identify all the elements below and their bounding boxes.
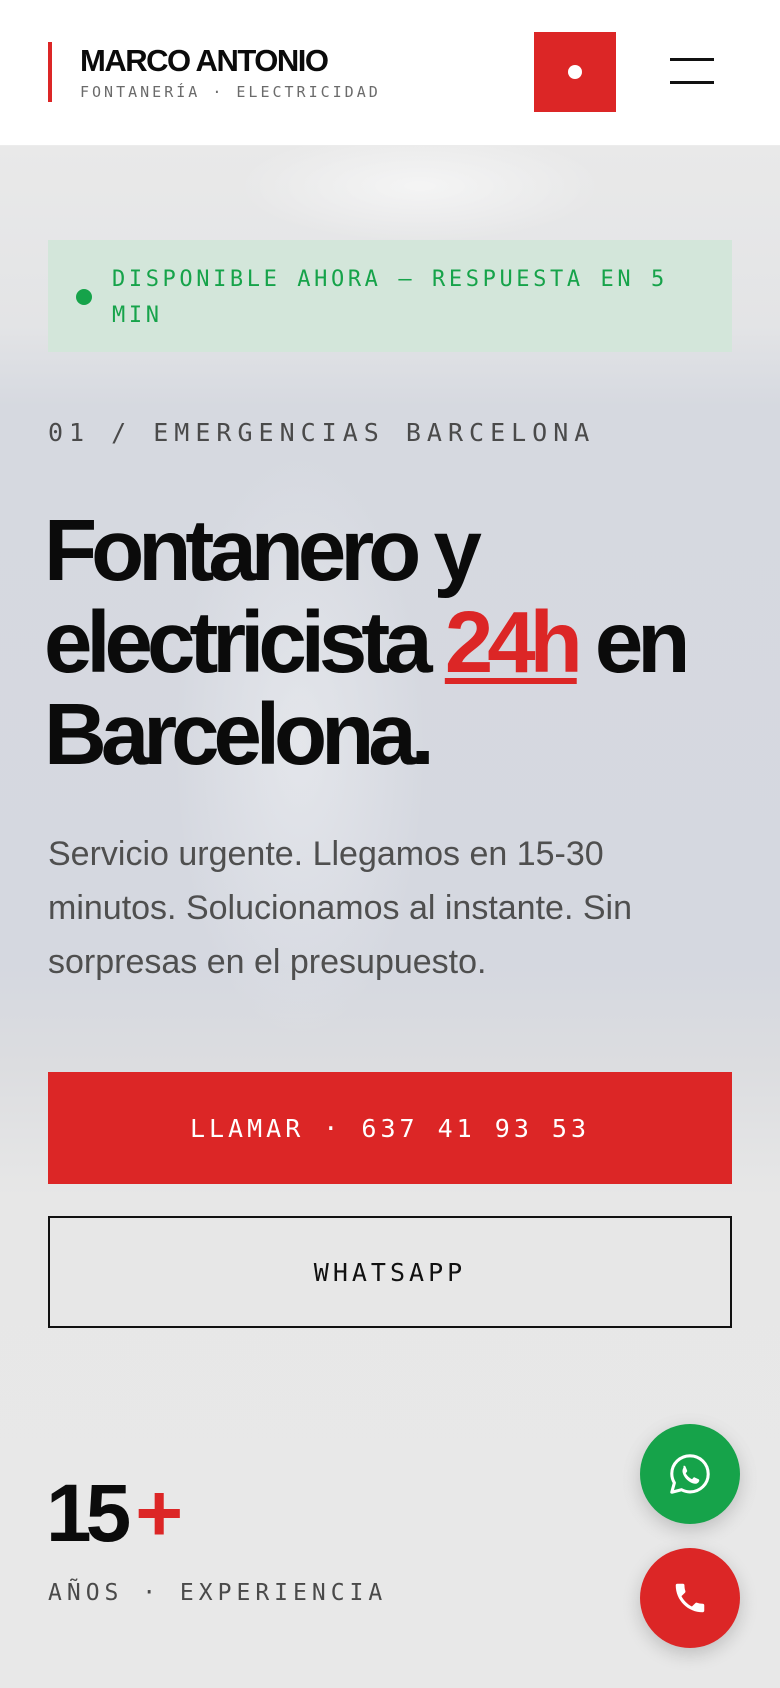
- hamburger-menu-icon-line: [670, 81, 714, 84]
- section-eyebrow: 01 / EMERGENCIAS BARCELONA: [48, 418, 596, 447]
- brand-tagline: FONTANERÍA · ELECTRICIDAD: [80, 83, 381, 101]
- hero-subtitle: Servicio urgente. Llegamos en 15-30 minu…: [48, 835, 632, 981]
- years-stat-label: AÑOS · EXPERIENCIA: [48, 1580, 388, 1606]
- hamburger-menu-button[interactable]: [668, 52, 714, 92]
- availability-text: DISPONIBLE AHORA — RESPUESTA EN 5 MIN: [112, 267, 668, 328]
- status-dot-icon: [76, 289, 92, 305]
- whatsapp-button[interactable]: WHATSAPP: [48, 1216, 732, 1328]
- call-phone-button[interactable]: LLAMAR · 637 41 93 53: [48, 1072, 732, 1184]
- whatsapp-icon: [670, 1454, 710, 1494]
- stat-value: 15: [46, 1468, 131, 1559]
- phone-icon: [675, 1583, 705, 1613]
- years-stat-number: 15 +: [46, 1466, 183, 1562]
- stat-plus-sign: +: [135, 1468, 184, 1559]
- brand-name[interactable]: MARCO ANTONIO: [80, 44, 329, 78]
- headline-accent-24h: 24h: [444, 594, 583, 691]
- headline-part-1: Fontanero y electricista: [44, 502, 482, 691]
- hero-headline: Fontanero y electricista 24h en Barcelon…: [44, 505, 764, 781]
- header-call-button[interactable]: [534, 32, 616, 112]
- hamburger-menu-icon: [670, 58, 714, 61]
- availability-banner: DISPONIBLE AHORA — RESPUESTA EN 5 MIN: [48, 240, 732, 352]
- floating-whatsapp-button[interactable]: [640, 1424, 740, 1524]
- floating-call-button[interactable]: [640, 1548, 740, 1648]
- brand-accent-bar: [48, 42, 52, 102]
- record-dot-icon: [568, 65, 582, 79]
- site-header: MARCO ANTONIO FONTANERÍA · ELECTRICIDAD: [0, 0, 780, 146]
